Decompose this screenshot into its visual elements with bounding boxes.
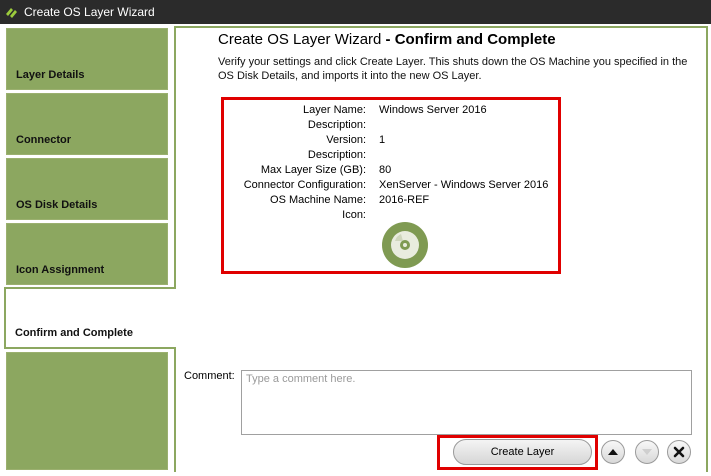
max-size-value: 80 [379,164,392,176]
create-layer-button[interactable]: Create Layer [453,439,592,465]
nav-confirm-and-complete[interactable]: Confirm and Complete [4,287,176,349]
nav-os-disk-details[interactable]: OS Disk Details [6,158,168,220]
page-title-prefix: Create OS Layer Wizard [218,31,382,48]
nav-icon-assignment[interactable]: Icon Assignment [6,223,168,285]
layer-name-value: Windows Server 2016 [379,104,487,116]
nav-label: Icon Assignment [16,264,105,276]
disc-icon [382,222,428,268]
nav-label: Layer Details [16,69,85,81]
machine-value: 2016-REF [379,194,430,206]
summary-row-version: Version: 1 [224,134,558,149]
summary-row-version-description: Description: [224,149,558,164]
nav-label: OS Disk Details [16,199,98,211]
summary-row-max-size: Max Layer Size (GB): 80 [224,164,558,179]
max-size-label: Max Layer Size (GB): [260,164,366,176]
app-logo-icon [6,8,17,18]
summary-row-description: Description: [224,119,558,134]
version-description-label: Description: [307,149,366,161]
summary-box: Layer Name: Windows Server 2016 Descript… [221,97,561,274]
window-title: Create OS Layer Wizard [24,5,155,19]
title-bar: Create OS Layer Wizard [0,0,711,24]
comment-input[interactable] [241,370,692,435]
page-title-step: - Confirm and Complete [381,31,556,48]
page-description: Verify your settings and click Create La… [218,56,688,82]
summary-row-machine: OS Machine Name: 2016-REF [224,194,558,209]
version-value: 1 [379,134,386,146]
machine-label: OS Machine Name: [270,194,366,206]
next-step-button[interactable] [635,440,659,464]
arrow-down-icon [642,449,652,455]
version-label: Version: [326,134,366,146]
arrow-up-icon [608,449,618,455]
comment-label: Comment: [184,370,235,382]
nav-connector[interactable]: Connector [6,93,168,155]
icon-label: Icon: [342,209,366,221]
description-label: Description: [307,119,366,131]
layer-name-label: Layer Name: [303,104,366,116]
page-title: Create OS Layer Wizard - Confirm and Com… [218,31,556,48]
close-icon [673,446,685,458]
connector-label: Connector Configuration: [243,179,366,191]
nav-empty-filler [6,352,168,470]
nav-label: Confirm and Complete [15,327,133,339]
nav-label: Connector [16,134,71,146]
nav-layer-details[interactable]: Layer Details [6,28,168,90]
summary-row-layer-name: Layer Name: Windows Server 2016 [224,104,558,119]
summary-row-connector: Connector Configuration: XenServer - Win… [224,179,558,194]
previous-step-button[interactable] [601,440,625,464]
close-wizard-button[interactable] [667,440,691,464]
connector-value: XenServer - Windows Server 2016 [379,179,549,191]
